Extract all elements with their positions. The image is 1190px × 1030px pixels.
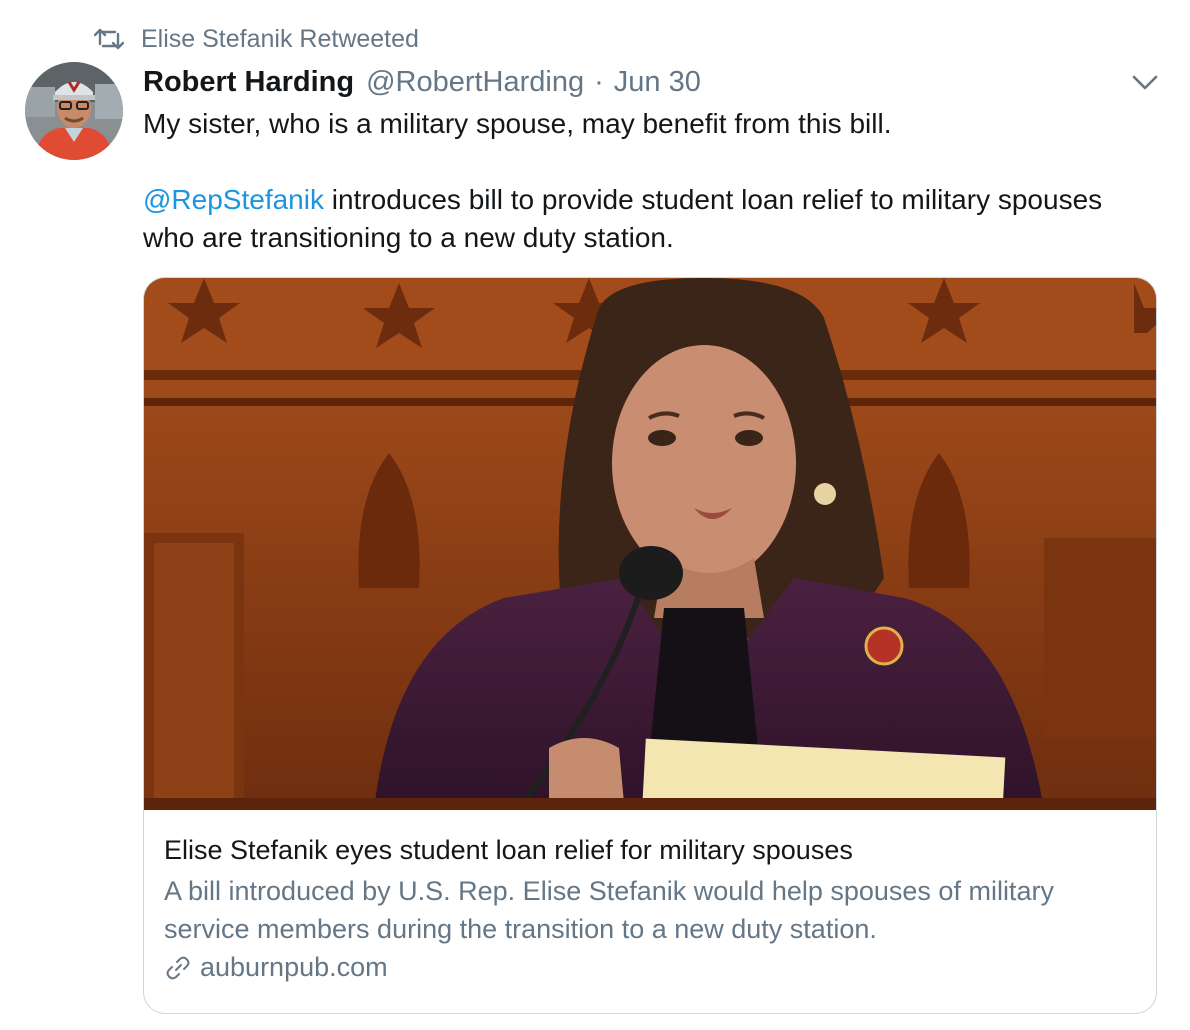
tweet-text-line1: My sister, who is a military spouse, may… (143, 108, 892, 139)
separator-dot: · (594, 65, 604, 98)
card-title: Elise Stefanik eyes student loan relief … (164, 835, 853, 865)
retweet-icon (94, 28, 124, 50)
tweet-date[interactable]: Jun 30 (614, 66, 701, 99)
retweet-label: Elise Stefanik Retweeted (141, 24, 419, 53)
avatar[interactable] (25, 62, 123, 160)
retweet-context[interactable]: Elise Stefanik Retweeted (94, 22, 419, 56)
link-icon (166, 956, 190, 979)
tweet-header: Robert Harding @RobertHarding · Jun 30 (143, 62, 701, 102)
card-body: Elise Stefanik eyes student loan relief … (164, 833, 1136, 983)
card-domain: auburnpub.com (164, 952, 1136, 983)
card-domain-text: auburnpub.com (200, 952, 388, 982)
card-image (144, 278, 1156, 810)
card-description: A bill introduced by U.S. Rep. Elise Ste… (164, 876, 1054, 944)
author-handle[interactable]: @RobertHarding (366, 66, 584, 99)
mention-link[interactable]: @RepStefanik (143, 184, 324, 215)
author-name[interactable]: Robert Harding (143, 66, 354, 99)
chevron-down-icon[interactable] (1130, 70, 1160, 94)
link-card[interactable]: Elise Stefanik eyes student loan relief … (143, 277, 1157, 1014)
tweet-text: My sister, who is a military spouse, may… (143, 105, 1153, 257)
tweet-text-line2: @RepStefanik introduces bill to provide … (143, 181, 1153, 257)
